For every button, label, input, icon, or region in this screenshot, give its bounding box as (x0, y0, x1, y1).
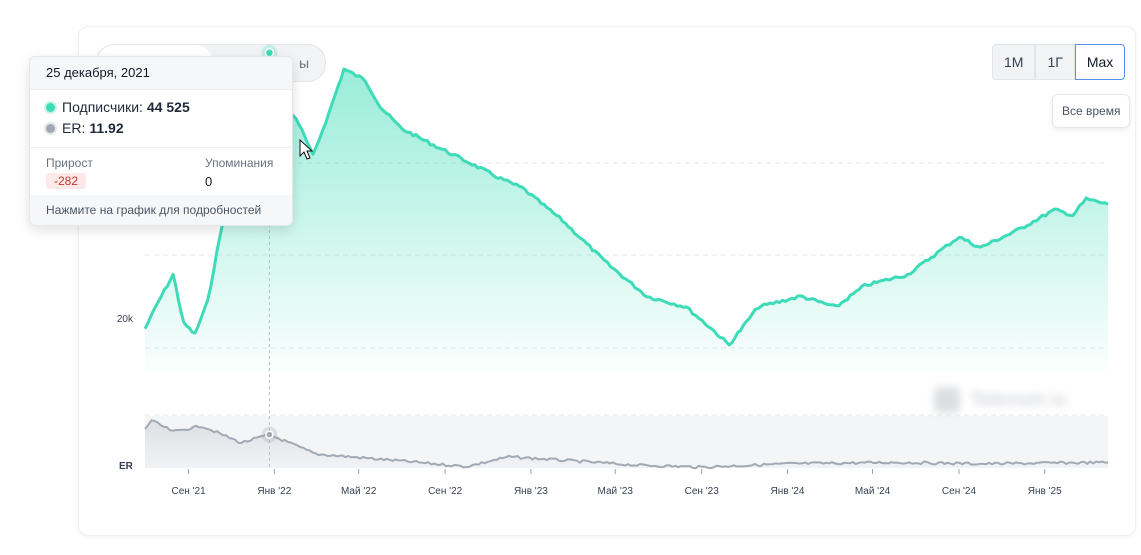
x-tick-label: Янв '25 (1028, 486, 1062, 497)
tooltip-date: 25 декабря, 2021 (30, 57, 292, 90)
x-tick-label: Сен '23 (685, 486, 720, 497)
data-tooltip: 25 декабря, 2021 Подписчики: 44 525 ER: 11… (29, 56, 293, 226)
x-tick-label: Сен '22 (428, 486, 463, 497)
er-hover-point (265, 430, 274, 439)
x-tick-label: Май '24 (855, 486, 891, 497)
er-axis-label: ER (119, 461, 134, 472)
x-tick-label: Янв '24 (771, 486, 805, 497)
x-tick-label: Янв '22 (257, 486, 291, 497)
x-tick-label: Май '23 (598, 486, 634, 497)
x-tick-label: Сен '21 (172, 486, 207, 497)
tooltip-er: ER: 11.92 (46, 120, 124, 136)
er-dot-icon (46, 123, 55, 133)
tooltip-subscribers: Подписчики: 44 525 (46, 99, 190, 115)
tooltip-growth-label: Прирост (46, 156, 93, 170)
tooltip-footer: Нажмите на график для подробностей (30, 195, 292, 225)
y-tick-label: 20k (117, 314, 134, 325)
subscribers-dot-icon (46, 102, 55, 112)
watermark-logo: Telemetr.io (934, 382, 1099, 418)
tooltip-mentions-value: 0 (205, 174, 213, 189)
tooltip-growth-badge: -282 (46, 173, 87, 189)
x-tick-label: Сен '24 (942, 486, 977, 497)
tooltip-mentions-label: Упоминания (205, 156, 274, 170)
x-tick-label: Янв '23 (514, 486, 548, 497)
x-tick-label: Май '22 (341, 486, 377, 497)
